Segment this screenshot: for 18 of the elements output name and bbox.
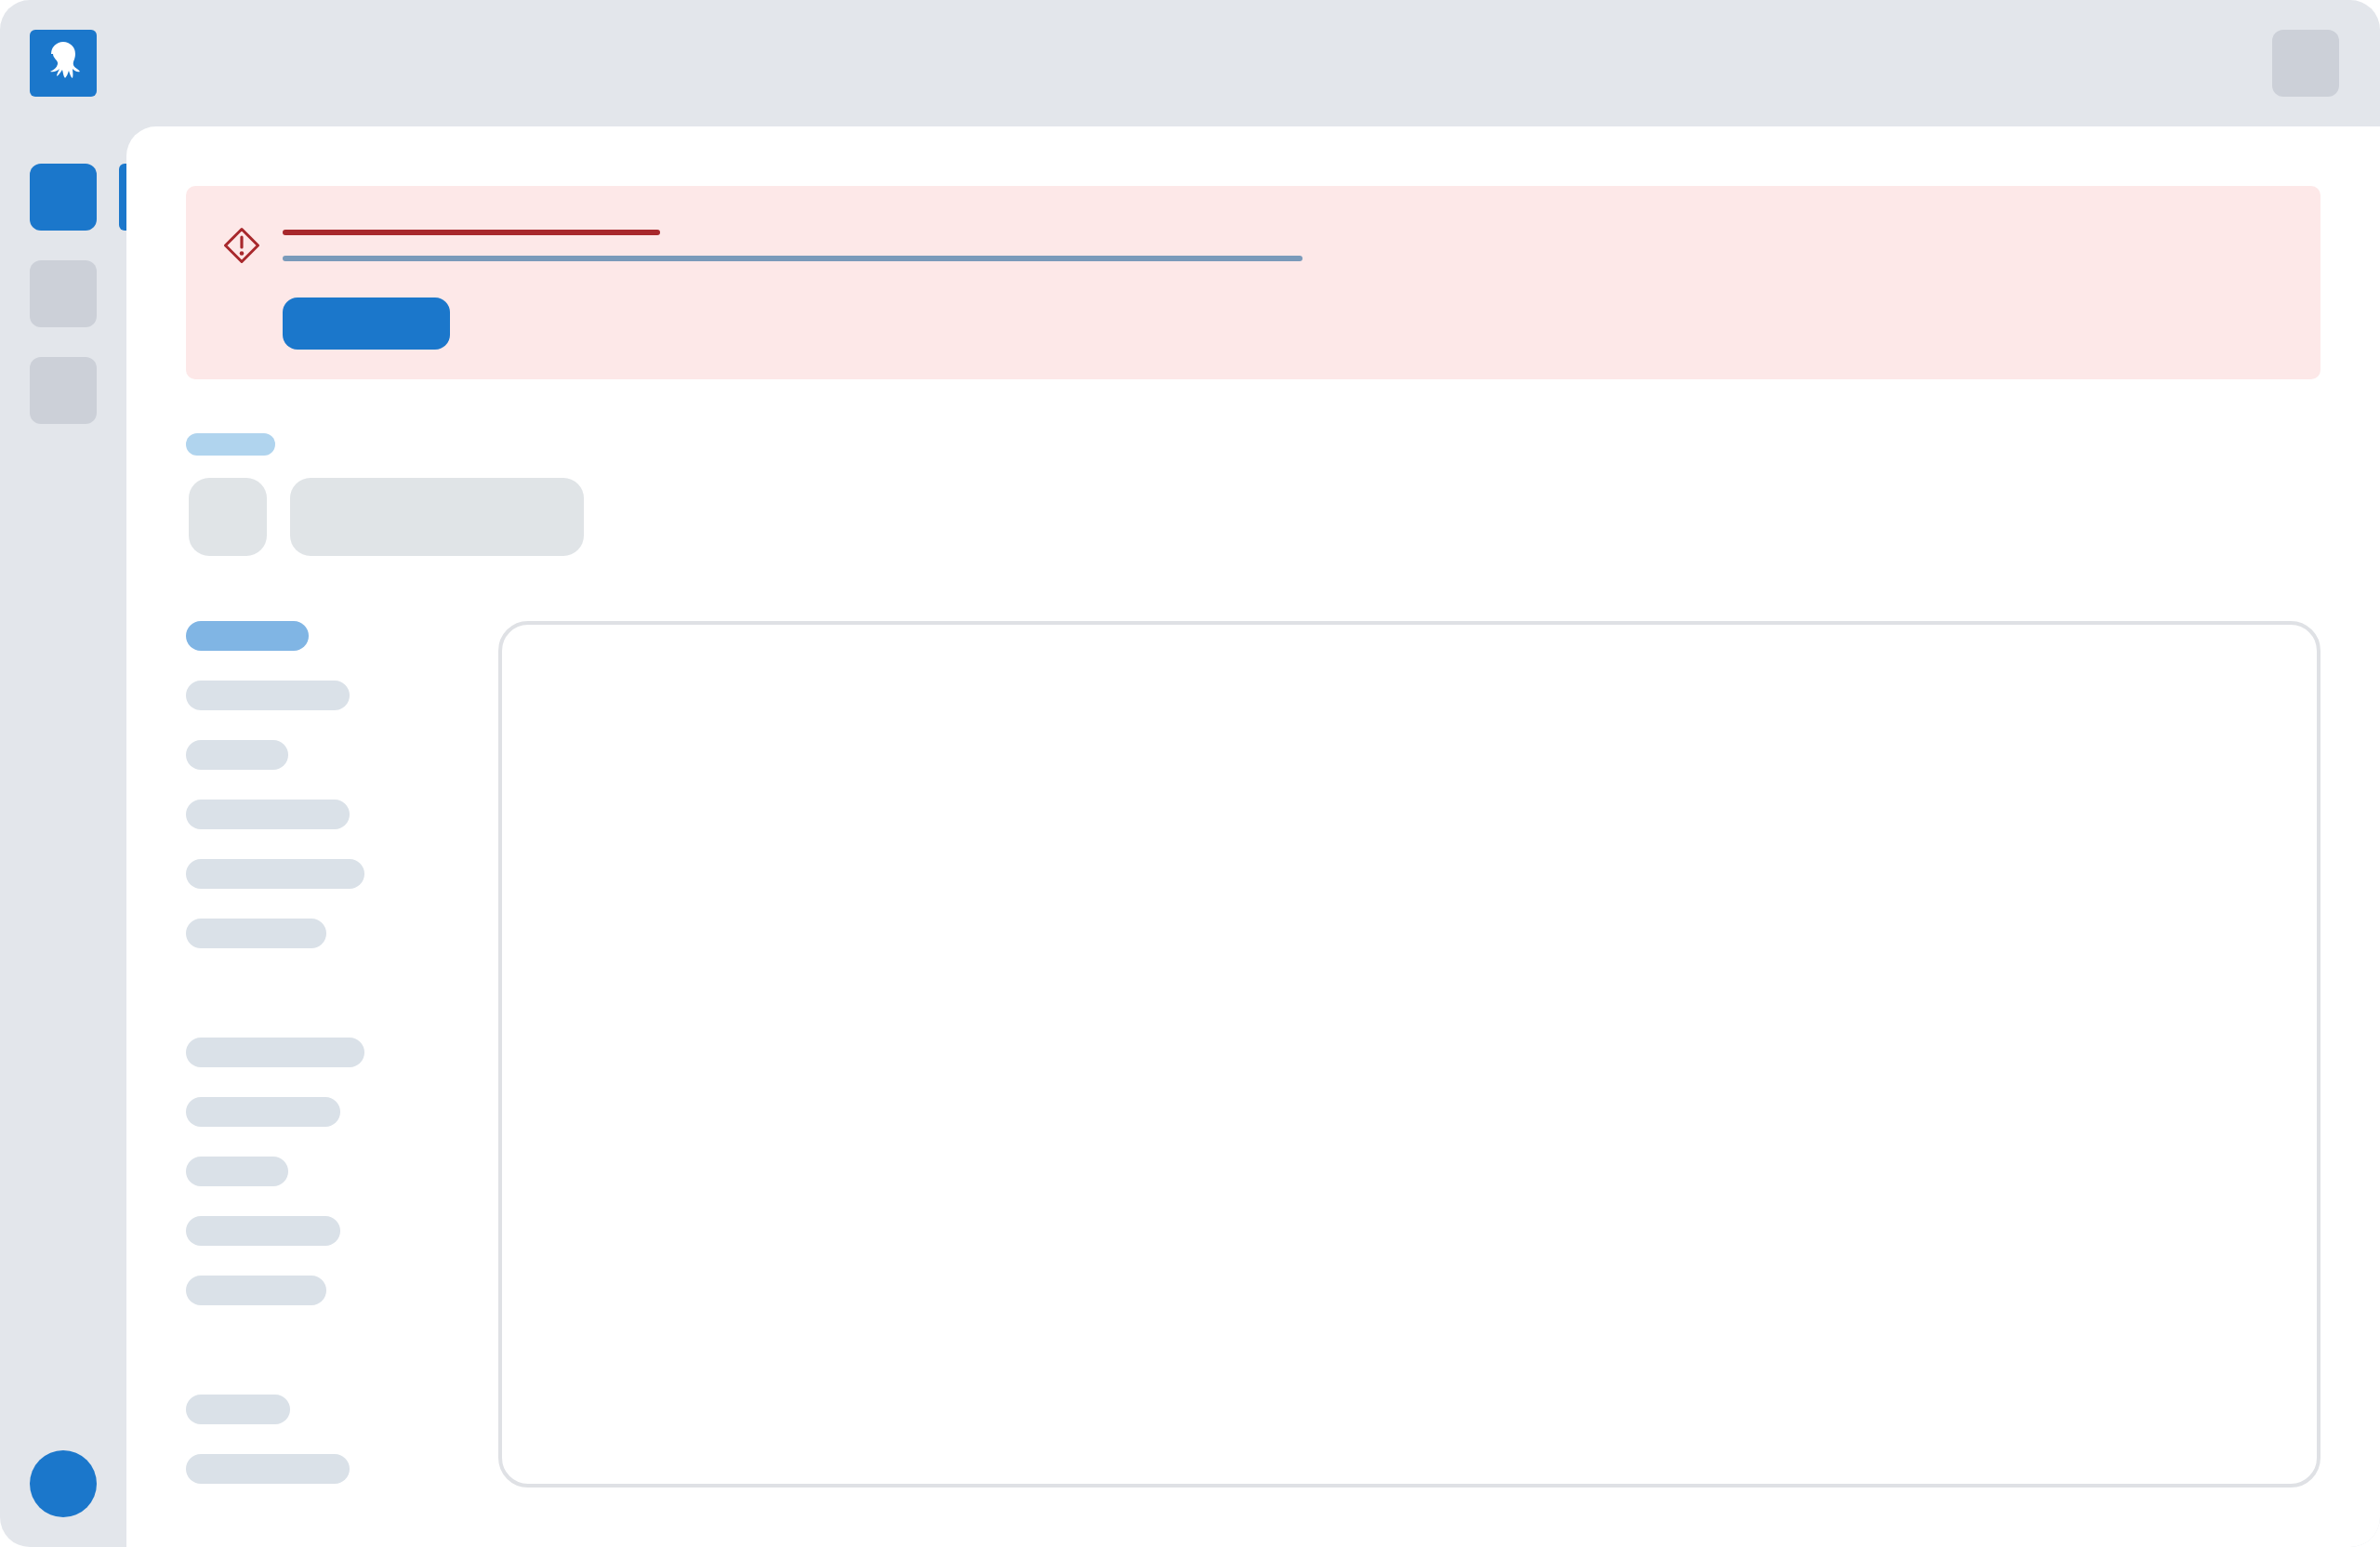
nav-item[interactable] xyxy=(186,859,364,889)
nav-item[interactable] xyxy=(186,1038,364,1067)
octopus-logo[interactable] xyxy=(30,30,97,97)
nav-item[interactable] xyxy=(186,740,288,770)
nav-item[interactable] xyxy=(186,1216,340,1246)
nav-item[interactable] xyxy=(186,1454,350,1484)
nav-item[interactable] xyxy=(186,919,326,948)
nav-item[interactable] xyxy=(186,681,350,710)
selection-indicator xyxy=(119,164,126,231)
nav-item[interactable] xyxy=(186,1276,326,1305)
nav-item[interactable] xyxy=(186,800,350,829)
nav-item[interactable] xyxy=(186,621,309,651)
sidebar-item[interactable] xyxy=(30,164,97,231)
nav-item[interactable] xyxy=(186,1395,290,1424)
action-button[interactable] xyxy=(283,298,450,350)
warning-icon xyxy=(223,227,260,264)
nav-item[interactable] xyxy=(186,1097,340,1127)
nav-item[interactable] xyxy=(186,1157,288,1186)
